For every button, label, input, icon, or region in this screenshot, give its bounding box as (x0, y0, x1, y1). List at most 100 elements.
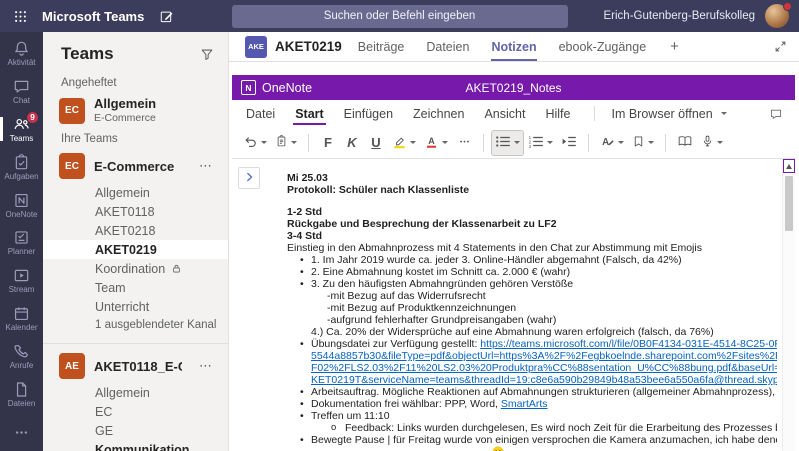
tab-ebook-zugänge[interactable]: ebook-Zugänge (559, 32, 647, 61)
menu-zeichnen[interactable]: Zeichnen (413, 100, 464, 127)
underline-button[interactable]: U (365, 131, 387, 155)
team-row[interactable]: EC E-Commerce ⋯ (43, 149, 228, 183)
rail-item-calls[interactable]: Anrufe (0, 337, 43, 375)
sidebar-header: Teams (43, 32, 228, 72)
comments-icon[interactable] (769, 107, 783, 121)
note-line: Bewegte Pause | für Freitag wurde von ei… (287, 434, 777, 446)
channel-item[interactable]: AKET0118 (43, 202, 228, 221)
rail-item-planner[interactable]: Planner (0, 224, 43, 262)
numbered-list-button[interactable]: 123 (525, 131, 556, 155)
tab-dateien[interactable]: Dateien (426, 32, 469, 61)
rail-item-files[interactable]: Dateien (0, 375, 43, 413)
rail-item-calendar[interactable]: Kalender (0, 299, 43, 337)
compose-icon[interactable] (159, 9, 174, 24)
font-color-button[interactable]: A (421, 131, 451, 155)
note-line: 3. Zu den häufigsten Abmahngründen gehör… (287, 278, 777, 290)
note-editor[interactable]: Mi 25.03 Protokoll: Schüler nach Klassenl… (287, 172, 777, 451)
menu-ansicht[interactable]: Ansicht (484, 100, 525, 127)
team-row[interactable]: AE AKET0118_E-Com ⋯ (43, 349, 228, 383)
planner-icon (12, 228, 31, 247)
scrollbar-thumb[interactable] (785, 176, 793, 231)
rail-item-teams[interactable]: 9 Teams (0, 110, 43, 148)
note-link[interactable]: https://teams.microsoft.com/l/file/0B0F4… (480, 338, 777, 350)
pinned-channel[interactable]: EC Allgemein E-Commerce (43, 93, 228, 128)
rail-item-chat[interactable]: Chat (0, 72, 43, 110)
rail-item-label: Aktivität (7, 57, 36, 67)
scroll-up-button[interactable] (783, 159, 795, 173)
dictate-button[interactable] (698, 131, 726, 155)
channel-item[interactable]: Koordination (43, 259, 228, 278)
onenote-title-bar: N OneNote AKET0219_Notes (232, 75, 795, 100)
note-link[interactable]: SmartArts (501, 398, 548, 410)
menu-datei[interactable]: Datei (246, 100, 275, 127)
channel-item[interactable]: Kommunikation (43, 440, 228, 451)
paste-button[interactable] (272, 131, 300, 155)
chevron-down-icon (442, 141, 448, 144)
filter-icon[interactable] (200, 47, 214, 61)
channel-item[interactable]: AKET0219 (43, 240, 228, 259)
channel-item[interactable]: Allgemein (43, 183, 228, 202)
channel-name: GE (95, 423, 114, 438)
rail-item-label: Anrufe (9, 361, 34, 371)
team-options-icon[interactable]: ⋯ (191, 358, 220, 374)
channel-item[interactable]: EC (43, 402, 228, 421)
rail-item-activity[interactable]: Aktivität (0, 34, 43, 72)
channel-item[interactable]: AKET0218 (43, 221, 228, 240)
italic-button[interactable]: K (341, 131, 363, 155)
styles-button[interactable]: A (597, 131, 627, 155)
tab-beiträge[interactable]: Beiträge (358, 32, 405, 61)
expand-tab-icon[interactable] (774, 32, 787, 61)
tags-button[interactable] (629, 131, 657, 155)
menu-start[interactable]: Start (293, 100, 327, 127)
team-options-icon[interactable]: ⋯ (191, 158, 220, 174)
styles-icon: A (600, 134, 615, 152)
teams-sidebar: Teams Angeheftet EC Allgemein E-Commerce I… (43, 32, 229, 451)
channel-item[interactable]: Team (43, 278, 228, 297)
open-in-browser-button[interactable]: Im Browser öffnen (594, 106, 727, 121)
nav-pane-toggle-button[interactable] (238, 167, 260, 189)
channel-item[interactable]: Unterricht (43, 297, 228, 316)
top-bar: Microsoft Teams Suchen oder Befehl einge… (0, 0, 799, 32)
note-link[interactable]: 5544a8857b30&fileType=pdf&objectUrl=http… (311, 350, 777, 362)
hidden-channels-note[interactable]: 1 ausgeblendeter Kanal (43, 316, 228, 336)
rail-item-onenote[interactable]: OneNote (0, 186, 43, 224)
channel-item[interactable]: Allgemein (43, 383, 228, 402)
highlighter-button[interactable] (389, 131, 419, 155)
tab-notizen[interactable]: Notizen (491, 32, 537, 61)
immersive-reader-button[interactable] (674, 131, 696, 155)
vertical-scrollbar[interactable] (782, 159, 795, 451)
app-rail: Aktivität Chat 9 Teams Aufgaben OneNote Planne… (0, 32, 43, 451)
rail-item-label: Planner (7, 247, 36, 257)
indent-button[interactable] (558, 131, 580, 155)
app-title: Microsoft Teams (42, 8, 145, 24)
search-input[interactable]: Suchen oder Befehl eingeben (231, 4, 568, 28)
menu-einfügen[interactable]: Einfügen (344, 100, 393, 127)
tag-icon (632, 135, 645, 151)
rail-item-more[interactable] (0, 413, 43, 451)
onenote-icon (12, 191, 31, 210)
bullet-list-icon (495, 135, 511, 151)
note-link[interactable]: F02%2FLS2.03%2F11%20LS2.03%20Produktpra%… (311, 362, 777, 374)
calendar-icon (12, 304, 31, 323)
rail-item-assignments[interactable]: Aufgaben (0, 148, 43, 186)
rail-item-stream[interactable]: Stream (0, 261, 43, 299)
menu-hilfe[interactable]: Hilfe (545, 100, 570, 127)
note-link[interactable]: KET0219T&serviceName=teams&threadId=19:c… (311, 374, 777, 386)
svg-text:A: A (602, 136, 609, 147)
bullet-list-button[interactable] (491, 129, 524, 156)
undo-button[interactable] (240, 131, 270, 155)
org-name[interactable]: Erich-Gutenberg-Berufskolleg (604, 10, 756, 22)
bold-button[interactable]: F (317, 131, 339, 155)
channel-name: Unterricht (95, 299, 150, 314)
channel-content: AKE AKET0219 Beiträge Dateien Notizen ebook… (229, 32, 799, 451)
channel-item[interactable]: GE (43, 421, 228, 440)
waffle-icon[interactable] (10, 9, 31, 24)
indent-icon (561, 135, 577, 151)
note-line: Arbeitsauftrag. Mögliche Reaktionen auf … (287, 386, 777, 398)
add-tab-button[interactable]: + (668, 32, 681, 61)
stream-icon (12, 266, 31, 285)
user-avatar[interactable] (765, 2, 792, 28)
note-line: 1-2 Std (287, 206, 323, 218)
more-formatting-button[interactable] (453, 131, 475, 155)
highlighter-icon (392, 134, 407, 152)
